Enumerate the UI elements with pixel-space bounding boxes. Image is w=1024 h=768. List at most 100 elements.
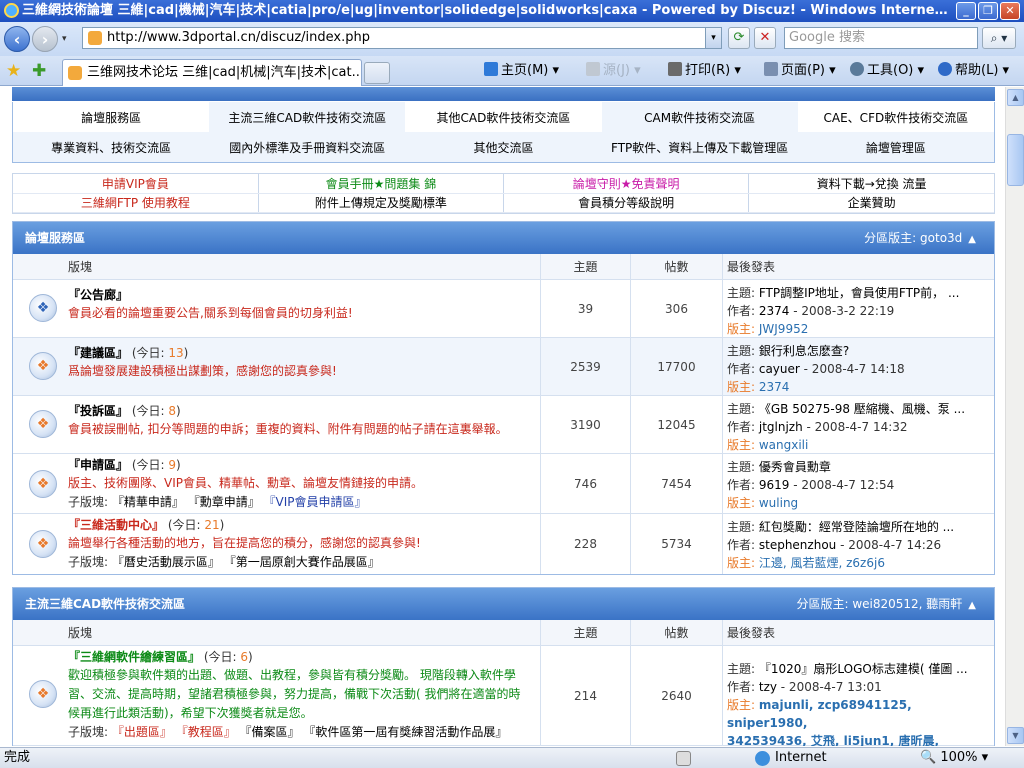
forward-button[interactable]: ›: [32, 26, 58, 52]
page-icon: [764, 62, 778, 76]
quick-link[interactable]: 會員手冊★問題集 錦: [258, 174, 505, 194]
forum-name[interactable]: 『公告廊』: [68, 286, 540, 304]
search-button[interactable]: ⌕ ▾: [982, 27, 1016, 49]
tab-command-bar: ★ ✚ 三维网技术论坛 三维|cad|机械|汽车|技术|cat... 主页(M)…: [0, 56, 1024, 86]
add-favorite-icon[interactable]: ✚: [32, 61, 46, 81]
cmd-print[interactable]: 打印(R) ▾: [668, 62, 741, 80]
last-post-author[interactable]: tzy: [759, 680, 777, 694]
moderator-link[interactable]: wuling: [759, 496, 798, 510]
post-count: 12045: [631, 396, 723, 453]
catnav-link[interactable]: CAE、CFD軟件技術交流區: [797, 102, 994, 132]
quick-link[interactable]: 會員積分等級說明: [503, 193, 750, 213]
subforums: 子版塊: 『曆史活動展示區』 『第一屆原創大賽作品展區』: [68, 555, 380, 569]
catnav-link[interactable]: 主流三維CAD軟件技術交流區: [209, 102, 406, 132]
last-post-title[interactable]: 銀行利息怎麽查?: [759, 344, 849, 358]
url-text: http://www.3dportal.cn/discuz/index.php: [107, 30, 370, 45]
cmd-tools[interactable]: 工具(O) ▾: [850, 62, 924, 80]
forum-name[interactable]: 『申請區』 (今日: 9): [68, 456, 540, 474]
close-window-button[interactable]: ✕: [1000, 2, 1020, 20]
catnav-link[interactable]: 論壇管理區: [797, 132, 994, 162]
cmd-home[interactable]: 主页(M) ▾: [484, 62, 559, 80]
forum-description: 論壇舉行各種活動的地方，旨在提高您的積分，感謝您的認真參與!: [68, 536, 421, 550]
back-button[interactable]: ‹: [4, 26, 30, 52]
last-post-title[interactable]: 《GB 50275-98 壓縮機、風機、泵 ...: [759, 402, 965, 416]
stop-button[interactable]: ✕: [754, 27, 776, 49]
section-header: 論壇服務區 分區版主: goto3d ▲: [13, 222, 994, 254]
last-post-title[interactable]: 『1020』扇形LOGO标志建模( 僅圖 ...: [759, 662, 968, 676]
history-dropdown-icon[interactable]: ▾: [62, 34, 67, 44]
quick-link[interactable]: 申請VIP會員: [13, 174, 259, 194]
subforum-link[interactable]: 『VIP會員申請區』: [264, 495, 367, 509]
moderator-link[interactable]: 2374: [759, 380, 790, 394]
last-post-title[interactable]: 優秀會員勳章: [759, 460, 831, 474]
cmd-page[interactable]: 页面(P) ▾: [764, 62, 836, 80]
quick-link[interactable]: 附件上傳規定及獎勵標準: [258, 193, 505, 213]
tab-active[interactable]: 三维网技术论坛 三维|cad|机械|汽车|技术|cat...: [62, 59, 362, 86]
collapse-icon[interactable]: ▲: [968, 600, 976, 611]
cmd-help[interactable]: 帮助(L) ▾: [938, 62, 1009, 80]
scroll-up-icon[interactable]: ▲: [1007, 89, 1024, 106]
forum-status-icon: ❖: [29, 410, 57, 438]
topic-count: 39: [541, 280, 631, 337]
catnav-link[interactable]: FTP軟件、資料上傳及下載管理區: [601, 132, 798, 162]
subforum-link[interactable]: 『教程區』: [176, 725, 236, 739]
subforum-link[interactable]: 『備案區』: [240, 725, 300, 739]
post-count: 5734: [631, 514, 723, 574]
subforum-link[interactable]: 『精華申請』: [112, 495, 184, 509]
col-last-post: 最後發表: [727, 260, 776, 274]
catnav-link[interactable]: 論壇服務區: [13, 102, 210, 132]
new-tab-button[interactable]: [364, 62, 390, 84]
subforum-link[interactable]: 『第一屆原創大賽作品展區』: [224, 555, 380, 569]
last-post-author[interactable]: 9619: [759, 478, 790, 492]
last-post-title[interactable]: FTP調整IP地址，會員使用FTP前， ...: [759, 286, 960, 300]
catnav-link[interactable]: 國內外標準及手冊資料交流區: [209, 132, 406, 162]
catnav-link[interactable]: 其他CAD軟件技術交流區: [405, 102, 602, 132]
cmd-feeds[interactable]: 源(J) ▾: [586, 62, 641, 80]
forum-name[interactable]: 『投訴區』 (今日: 8): [68, 402, 540, 420]
maximize-button[interactable]: ❐: [978, 2, 998, 20]
last-post-author[interactable]: cayuer: [759, 362, 800, 376]
quick-link[interactable]: 企業贊助: [748, 193, 994, 213]
zoom-level[interactable]: 🔍 100% ▾: [920, 748, 988, 768]
section-title[interactable]: 主流三維CAD軟件技術交流區: [25, 597, 185, 611]
last-post-title[interactable]: 紅包獎勵：經常登陸論壇所在地的 ...: [759, 520, 954, 534]
security-icon[interactable]: [676, 751, 691, 766]
catnav-link[interactable]: 其他交流區: [405, 132, 602, 162]
scroll-down-icon[interactable]: ▼: [1007, 727, 1024, 744]
security-zone[interactable]: Internet: [755, 748, 827, 768]
subforum-link[interactable]: 『軟件區第一屆有獎練習活動作品展』: [303, 725, 507, 739]
moderator-link[interactable]: 342539436, 艾飛, li5jun1, 唐昕晨, design_er: [727, 734, 939, 746]
refresh-button[interactable]: ⟳: [728, 27, 750, 49]
quick-link[interactable]: 三維網FTP 使用教程: [13, 193, 259, 213]
url-dropdown-icon[interactable]: ▾: [705, 28, 721, 48]
last-post-author[interactable]: 2374: [759, 304, 790, 318]
minimize-button[interactable]: _: [956, 2, 976, 20]
favorites-star-icon[interactable]: ★: [6, 61, 21, 81]
forum-name[interactable]: 『三維活動中心』 (今日: 21): [68, 516, 540, 534]
quick-link[interactable]: 論壇守則★免責聲明: [503, 174, 750, 194]
last-post-author[interactable]: stephenzhou: [759, 538, 836, 552]
address-input[interactable]: http://www.3dportal.cn/discuz/index.php …: [82, 27, 722, 49]
scroll-thumb[interactable]: [1007, 134, 1024, 186]
forum-name[interactable]: 『三維網軟件繪練習區』 (今日: 6): [68, 648, 528, 666]
topic-count: 3190: [541, 396, 631, 453]
moderator-link[interactable]: JWJ9952: [759, 322, 808, 336]
vertical-scrollbar[interactable]: ▲ ▼: [1005, 87, 1024, 746]
last-post-author[interactable]: jtglnjzh: [759, 420, 803, 434]
catnav-link[interactable]: 專業資料、技術交流區: [13, 132, 210, 162]
subforum-link[interactable]: 『出題區』: [112, 725, 172, 739]
catnav-link[interactable]: CAM軟件技術交流區: [601, 102, 798, 132]
subforum-link[interactable]: 『勳章申請』: [188, 495, 260, 509]
moderator-link[interactable]: 江邊, 風若藍煙, z6z6j6: [759, 556, 885, 570]
topic-count: 228: [541, 514, 631, 574]
search-input[interactable]: Google 搜索: [784, 27, 978, 49]
forum-name[interactable]: 『建議區』 (今日: 13): [68, 344, 540, 362]
quick-link[interactable]: 資料下載→兌換 流量: [748, 174, 994, 194]
subforum-link[interactable]: 『曆史活動展示區』: [112, 555, 220, 569]
post-count: 17700: [631, 338, 723, 395]
collapse-icon[interactable]: ▲: [968, 234, 976, 245]
section-moderators: 分區版主: wei820512, 聽雨軒: [796, 597, 963, 611]
gear-icon: [850, 62, 864, 76]
moderator-link[interactable]: wangxili: [759, 438, 809, 452]
section-title[interactable]: 論壇服務區: [25, 231, 85, 245]
